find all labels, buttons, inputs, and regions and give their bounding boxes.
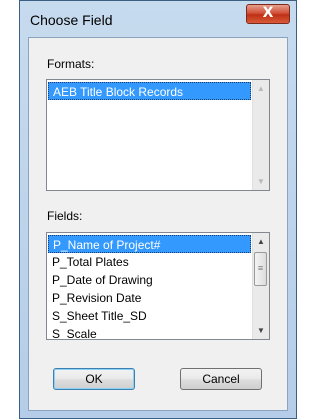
formats-label: Formats: (47, 57, 95, 71)
list-item[interactable]: P_Revision Date (48, 289, 251, 307)
list-item[interactable]: P_Name of Project# (48, 235, 251, 253)
list-item[interactable]: S_Sheet Title_SD (48, 307, 251, 325)
list-item[interactable]: P_Date of Drawing (48, 271, 251, 289)
chevron-down-icon[interactable]: ▼ (253, 173, 269, 190)
grip-icon: ≡ (257, 263, 264, 273)
formats-scrollbar[interactable]: ▲ ▼ (252, 80, 269, 190)
ok-button[interactable]: OK (53, 368, 135, 390)
dialog-body: Formats: AEB Title Block Records ▲ ▼ Fie… (28, 37, 288, 411)
chevron-down-icon[interactable]: ▼ (253, 322, 269, 339)
list-item[interactable]: AEB Title Block Records (48, 82, 251, 100)
choose-field-dialog: Choose Field X Formats: AEB Title Block … (19, 0, 297, 419)
fields-scrollbar[interactable]: ▲ ≡ ▼ (252, 233, 269, 339)
chevron-up-icon[interactable]: ▲ (253, 233, 269, 250)
cancel-button[interactable]: Cancel (180, 368, 262, 390)
fields-label: Fields: (47, 209, 83, 223)
close-button[interactable]: X (246, 4, 290, 24)
scroll-thumb[interactable]: ≡ (254, 252, 267, 286)
dialog-title: Choose Field (30, 12, 113, 28)
formats-listbox[interactable]: AEB Title Block Records ▲ ▼ (46, 79, 270, 191)
title-bar[interactable]: Choose Field X (20, 1, 296, 37)
list-item[interactable]: S_Scale (48, 325, 251, 339)
fields-listbox[interactable]: P_Name of Project# P_Total Plates P_Date o… (46, 232, 270, 340)
close-icon: X (262, 5, 274, 21)
chevron-up-icon[interactable]: ▲ (253, 80, 269, 97)
list-item[interactable]: P_Total Plates (48, 253, 251, 271)
